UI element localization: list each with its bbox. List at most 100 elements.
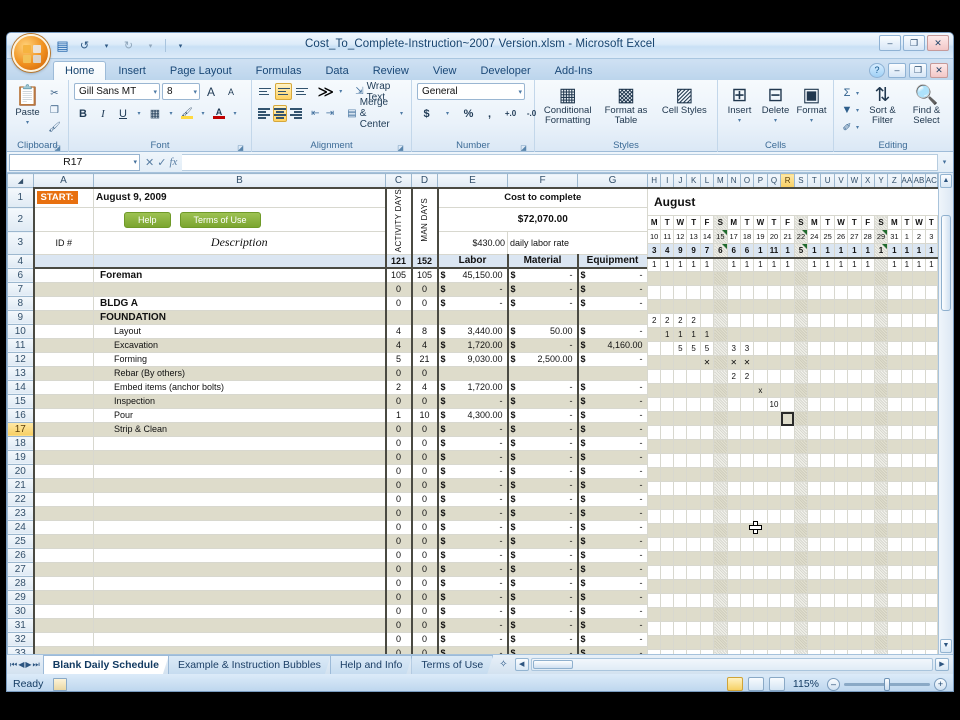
cell-equip[interactable]: $-	[578, 492, 648, 506]
cell-man-days[interactable]: 0	[412, 492, 438, 506]
calendar-cell[interactable]	[687, 636, 700, 650]
calendar-cell[interactable]	[674, 286, 687, 300]
calendar-cell[interactable]	[661, 370, 674, 384]
cell-id[interactable]	[34, 590, 94, 604]
calendar-cell[interactable]	[687, 580, 700, 594]
calendar-cell[interactable]	[740, 510, 753, 524]
calendar-cell[interactable]	[687, 650, 700, 655]
calendar-cell[interactable]	[861, 510, 874, 524]
calendar-cell[interactable]	[834, 300, 847, 314]
calendar-cell[interactable]: 5	[674, 342, 687, 356]
calendar-cell[interactable]	[661, 594, 674, 608]
calendar-cell[interactable]	[754, 622, 767, 636]
calendar-cell[interactable]	[754, 524, 767, 538]
calendar-cell[interactable]	[834, 580, 847, 594]
cell-description[interactable]	[94, 492, 386, 506]
calendar-cell[interactable]	[834, 454, 847, 468]
align-middle-icon[interactable]	[275, 83, 291, 100]
calendar-cell[interactable]	[808, 342, 821, 356]
currency-format-icon[interactable]: $	[417, 105, 436, 122]
cell-equip[interactable]: $-	[578, 562, 648, 576]
calendar-cell[interactable]	[754, 594, 767, 608]
calendar-manpower[interactable]: 1	[861, 244, 874, 258]
calendar-cell[interactable]	[901, 650, 913, 655]
calendar-cell[interactable]	[925, 538, 937, 552]
column-header-j[interactable]: J	[674, 174, 687, 188]
calendar-cell[interactable]	[901, 636, 913, 650]
calendar-cell[interactable]	[714, 300, 727, 314]
cell-id[interactable]	[34, 548, 94, 562]
calendar-cell[interactable]	[925, 566, 937, 580]
calendar-cell[interactable]	[740, 384, 753, 398]
cell-id[interactable]	[34, 646, 94, 655]
calendar-cell[interactable]	[754, 300, 767, 314]
cell-activity-days[interactable]: 5	[386, 352, 412, 366]
cell-material[interactable]: $-	[508, 422, 578, 436]
calendar-cell[interactable]	[874, 510, 887, 524]
calendar-cell[interactable]	[740, 608, 753, 622]
calendar-cell[interactable]	[874, 650, 887, 655]
cell-activity-days[interactable]: 4	[386, 324, 412, 338]
calendar-cell[interactable]	[834, 566, 847, 580]
column-header-p[interactable]: P	[754, 174, 767, 188]
empty-cell[interactable]	[34, 208, 94, 232]
calendar-cell[interactable]	[794, 370, 807, 384]
calendar-cell[interactable]	[781, 622, 794, 636]
cell-man-days[interactable]: 0	[412, 548, 438, 562]
calendar-cell[interactable]	[648, 398, 661, 412]
restore-button[interactable]: ❐	[903, 35, 925, 51]
sheet-tab-help-and-info[interactable]: Help and Info	[330, 655, 412, 674]
calendar-cell[interactable]	[674, 482, 687, 496]
calendar-cell[interactable]	[714, 342, 727, 356]
activity-days-total[interactable]: 121	[386, 254, 412, 268]
calendar-manpower[interactable]: 1	[754, 244, 767, 258]
column-header-x[interactable]: X	[861, 174, 874, 188]
calendar-cell[interactable]	[901, 342, 913, 356]
calendar-cell[interactable]	[767, 370, 781, 384]
calendar-cell[interactable]	[808, 468, 821, 482]
calendar-cell[interactable]	[700, 300, 713, 314]
cell-activity-days[interactable]: 0	[386, 296, 412, 310]
calendar-cell[interactable]: 1	[901, 258, 913, 272]
calendar-cell[interactable]	[714, 538, 727, 552]
calendar-cell[interactable]	[861, 594, 874, 608]
calendar-cell[interactable]	[648, 454, 661, 468]
calendar-manpower[interactable]: 1	[913, 244, 926, 258]
cell-id[interactable]	[34, 324, 94, 338]
month-label[interactable]: August	[648, 188, 939, 216]
calendar-cell[interactable]	[767, 650, 781, 655]
calendar-cell[interactable]	[834, 286, 847, 300]
calendar-cell[interactable]	[687, 510, 700, 524]
calendar-weekday[interactable]: S	[874, 216, 887, 230]
calendar-cell[interactable]	[767, 286, 781, 300]
cell-description[interactable]	[94, 590, 386, 604]
calendar-cell[interactable]	[794, 510, 807, 524]
calendar-cell[interactable]	[794, 258, 807, 272]
calendar-cell[interactable]	[848, 552, 861, 566]
calendar-cell[interactable]	[700, 636, 713, 650]
font-family-combo[interactable]: Gill Sans MT ▾	[74, 83, 160, 100]
calendar-weekday[interactable]: M	[888, 216, 901, 230]
calendar-cell[interactable]	[794, 384, 807, 398]
calendar-cell[interactable]	[754, 398, 767, 412]
calendar-cell[interactable]	[913, 454, 926, 468]
cell-equip[interactable]: $-	[578, 646, 648, 655]
calendar-cell[interactable]	[888, 272, 901, 286]
calendar-cell[interactable]	[834, 552, 847, 566]
calendar-cell[interactable]	[727, 412, 740, 426]
calendar-cell[interactable]	[767, 496, 781, 510]
calendar-cell[interactable]	[901, 580, 913, 594]
format-cells-button[interactable]: ▣ Format ▾	[795, 85, 828, 126]
calendar-cell[interactable]	[661, 566, 674, 580]
calendar-cell[interactable]	[848, 370, 861, 384]
calendar-cell[interactable]	[754, 608, 767, 622]
empty-cell[interactable]	[34, 254, 94, 268]
cell-labor[interactable]: $3,440.00	[438, 324, 508, 338]
calendar-cell[interactable]	[861, 356, 874, 370]
cell-id[interactable]	[34, 618, 94, 632]
calendar-cell[interactable]	[714, 370, 727, 384]
calendar-cell[interactable]	[714, 636, 727, 650]
calendar-cell[interactable]	[714, 496, 727, 510]
calendar-cell[interactable]	[821, 594, 834, 608]
calendar-cell[interactable]	[821, 580, 834, 594]
